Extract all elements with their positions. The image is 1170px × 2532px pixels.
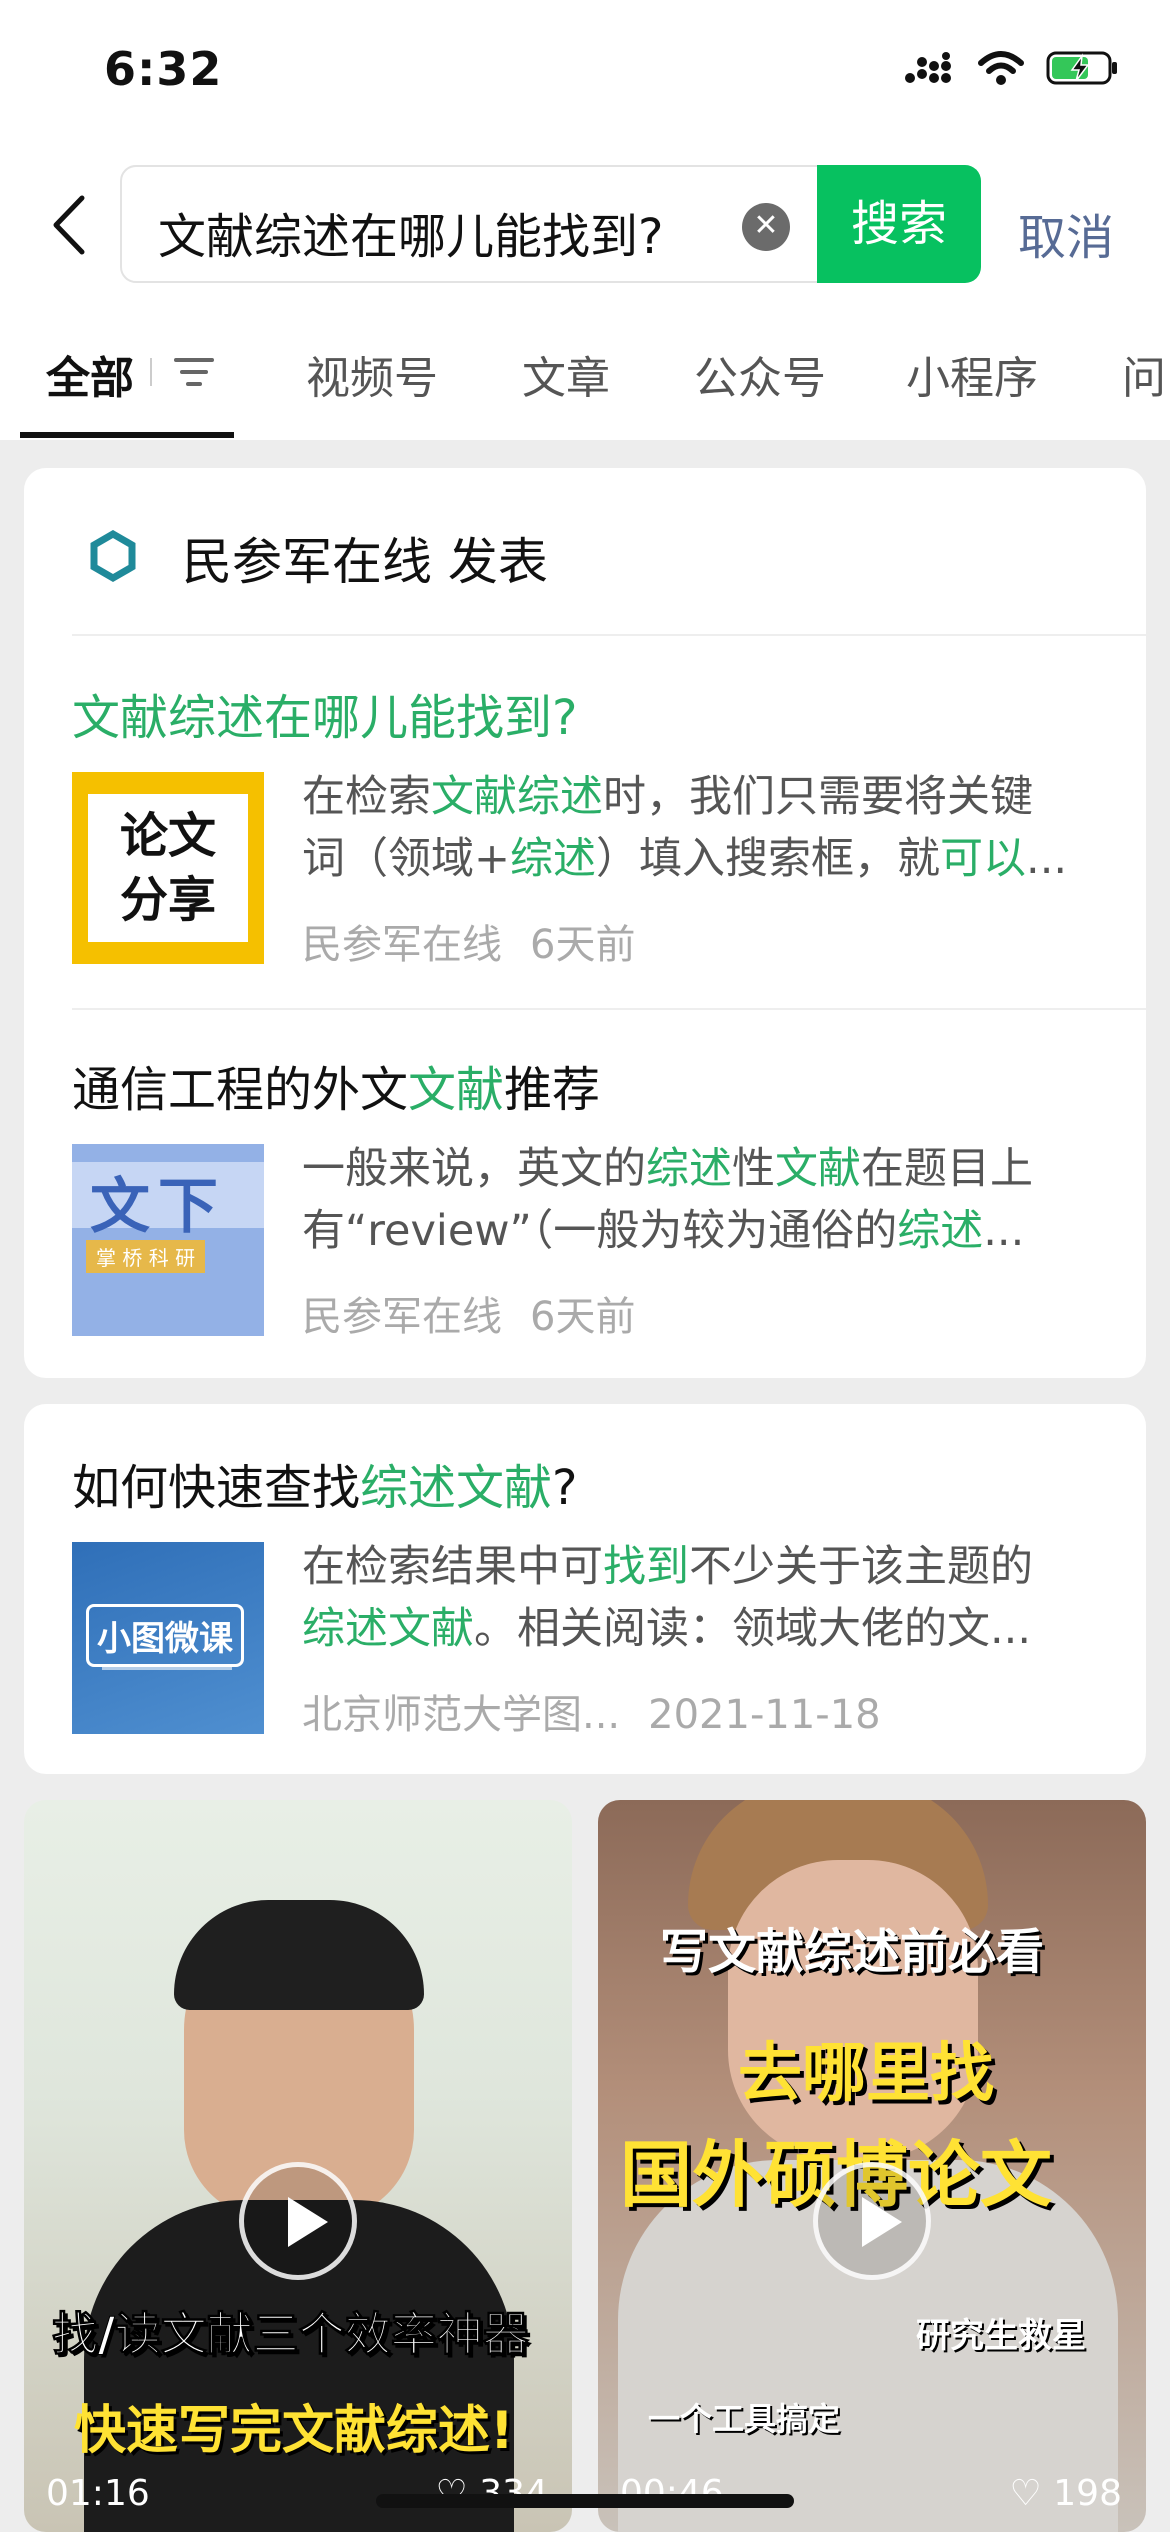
result-author: 北京师范大学图... [302,1692,621,1738]
thumbnail-text: 文下 [90,1172,226,1242]
battery-charging-icon [1046,51,1117,85]
video-card[interactable]: 找/读文献三个效率神器 快速写完文献综述! 01:16 ♡ 334 [24,1800,572,2532]
result-time: 6天前 [530,1294,636,1340]
tab-channels[interactable]: 视频号 [306,342,438,406]
result-time: 2021-11-18 [648,1692,881,1738]
snippet-line: 一般来说，英文的综述性文献在题目上 [302,1144,1033,1194]
title-text: 通信工程的外文 [72,1062,409,1118]
status-time: 6:32 [104,42,223,96]
result-snippet: 一般来说，英文的综述性文献在题目上 有“review”（一般为较为通俗的综述..… [302,1138,1112,1262]
divider [72,1008,1146,1010]
video-caption: 去哪里找 [738,2037,994,2111]
video-caption: 快速写完文献综述! [74,2401,514,2461]
status-icons [904,50,1120,86]
video-card[interactable]: 写文献综述前必看 去哪里找 国外硕博论文 研究生救星 一个工具搞定 00:46 … [598,1800,1146,2532]
result-title[interactable]: 文献综述在哪儿能找到? [72,678,577,748]
source-logo-icon: · [90,530,136,584]
video-caption: 写文献综述前必看 [660,1924,1045,1980]
svg-text:·: · [112,578,114,584]
result-author: 民参军在线 [302,1294,502,1340]
source-name[interactable]: 民参军在线 发表 [182,522,548,594]
result-author: 民参军在线 [302,922,502,968]
video-caption: 找/读文献三个效率神器 [52,2307,530,2362]
result-title[interactable]: 通信工程的外文文献推荐 [72,1050,600,1120]
title-highlight: 综述文献 [360,1460,553,1516]
snippet-line: 在检索文献综述时，我们只需要将关键 [302,772,1033,822]
back-arrow-icon[interactable] [44,190,104,260]
thumbnail-text: 论文 [119,808,216,864]
snippet-line: 词（领域+综述）填入搜索框，就可以... [302,834,1068,884]
title-text: ? [552,1460,578,1516]
wifi-icon [978,51,1024,85]
result-title[interactable]: 如何快速查找综述文献? [72,1448,578,1518]
thumbnail-text: 分享 [119,872,216,928]
result-thumbnail: 论文 分享 [72,772,264,964]
tab-divider [150,358,152,386]
play-icon[interactable] [239,2162,357,2280]
video-duration: 01:16 [46,2473,150,2514]
result-meta: 民参军在线 6天前 [302,912,663,970]
title-text: 如何快速查找 [72,1460,361,1516]
home-indicator[interactable] [376,2494,794,2508]
result-meta: 民参军在线 6天前 [302,1284,663,1342]
tab-articles[interactable]: 文章 [522,342,610,406]
tab-all[interactable]: 全部 [46,342,134,406]
result-thumbnail: 文下 掌 桥 科 研 [72,1144,264,1336]
like-count: 198 [1053,2473,1122,2514]
snippet-line: 在检索结果中可找到不少关于该主题的 [302,1542,1033,1592]
snippet-line: 有“review”（一般为较为通俗的综述... [302,1206,1025,1256]
top-bar: 6:32 文献综述在哪儿能找到? ✕ 搜索 取消 全部 视频号 文章 公众号 小… [0,0,1170,440]
search-query: 文献综述在哪儿能找到? [158,209,664,265]
source-card: · 民参军在线 发表 文献综述在哪儿能找到? 论文 分享 在检索文献综述时，我们… [24,468,1146,1378]
snippet-line: 综述文献。相关阅读：领域大佬的文... [302,1604,1032,1654]
cellular-signal-icon [905,52,951,83]
video-caption: 研究生救星 [916,2316,1086,2356]
result-snippet: 在检索结果中可找到不少关于该主题的 综述文献。相关阅读：领域大佬的文... [302,1536,1112,1660]
search-input[interactable]: 文献综述在哪儿能找到? ✕ [120,165,820,283]
thumbnail-text: 掌 桥 科 研 [86,1240,206,1273]
tab-official-accounts[interactable]: 公众号 [694,342,826,406]
thumbnail-text: 小图微课 [86,1604,244,1667]
result-snippet: 在检索文献综述时，我们只需要将关键 词（领域+综述）填入搜索框，就可以... [302,766,1112,890]
result-card[interactable]: 如何快速查找综述文献? 小图微课 在检索结果中可找到不少关于该主题的 综述文献。… [24,1404,1146,1774]
clear-icon[interactable]: ✕ [742,203,790,251]
status-bar: 6:32 [0,0,1170,150]
result-thumbnail: 小图微课 [72,1542,264,1734]
result-meta: 北京师范大学图... 2021-11-18 [302,1682,909,1740]
tab-questions[interactable]: 问 [1122,342,1166,406]
active-tab-indicator [20,432,234,438]
filter-icon[interactable] [172,354,216,390]
play-icon[interactable] [813,2162,931,2280]
result-time: 6天前 [530,922,636,968]
filter-tabs: 全部 视频号 文章 公众号 小程序 问 [0,320,1170,440]
heart-icon: ♡ [1009,2473,1042,2514]
video-caption: 一个工具搞定 [648,2400,841,2438]
cancel-button[interactable]: 取消 [1018,198,1114,268]
title-highlight: 文献 [408,1062,505,1118]
tab-mini-programs[interactable]: 小程序 [906,342,1038,406]
search-button[interactable]: 搜索 [817,165,981,283]
title-text: 推荐 [504,1062,601,1118]
divider [72,634,1146,636]
video-likes: ♡ 198 [1010,2473,1122,2514]
